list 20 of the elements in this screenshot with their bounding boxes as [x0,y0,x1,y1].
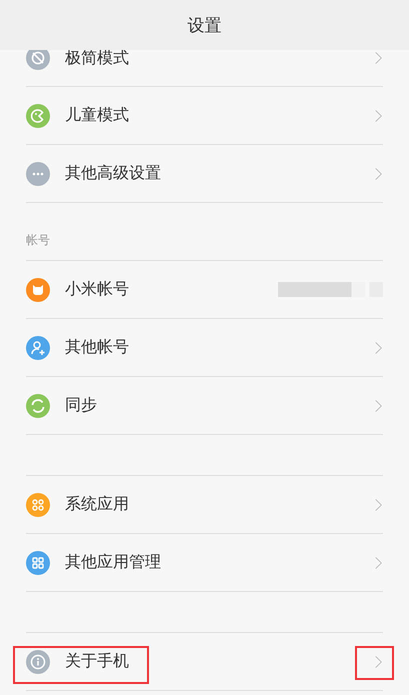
item-label: 同步 [65,395,97,416]
settings-item[interactable]: 系统应用 [26,476,383,533]
settings-item[interactable]: 关于手机 [26,633,383,690]
settings-item[interactable]: 其他高级设置 [26,145,383,202]
screen-title: 设置 [188,14,222,36]
item-label: 极简模式 [65,50,129,66]
item-label: 小米帐号 [65,279,129,300]
settings-item[interactable]: 其他应用管理 [26,534,383,591]
item-label: 系统应用 [65,494,129,515]
item-label: 儿童模式 [65,105,129,126]
settings-item[interactable]: 同步 [26,377,383,434]
settings-item[interactable]: 其他帐号 [26,319,383,376]
item-label: 其他帐号 [65,337,129,358]
section-label: 帐号 [26,232,51,249]
settings-item[interactable]: 极简模式 [26,50,383,86]
item-label: 其他应用管理 [65,552,161,573]
item-label: 其他高级设置 [65,163,161,184]
settings-item[interactable]: 儿童模式 [26,87,383,144]
settings-item[interactable]: 小米帐号 [26,261,383,318]
item-label: 关于手机 [65,651,129,672]
